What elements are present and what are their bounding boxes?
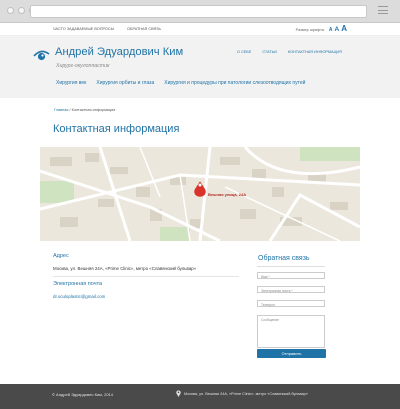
font-size-small-button[interactable]: A (329, 27, 333, 33)
divider (257, 266, 325, 267)
email-title: Электронная почта (53, 281, 103, 287)
close-dot-icon[interactable] (7, 7, 14, 14)
phone-field[interactable]: Телефон (257, 300, 325, 307)
secondary-nav: О СЕБЕ СТАТЬИ КОНТАКТНАЯ ИНФОРМАЦИЯ (237, 50, 342, 54)
email-field[interactable]: Электронная почта * (257, 286, 325, 293)
faq-link[interactable]: ЧАСТО ЗАДАВАЕМЫЕ ВОПРОСЫ (53, 27, 114, 31)
minimize-dot-icon[interactable] (18, 7, 25, 14)
hamburger-menu-icon[interactable] (378, 6, 388, 15)
submit-button[interactable]: Отправить (257, 349, 326, 358)
breadcrumb-current: Контактная информация (71, 108, 116, 112)
address-bar[interactable] (30, 5, 367, 18)
map-marker-label: Вешняя улица, 24А (208, 192, 247, 197)
feedback-form-title: Обратная связь (258, 255, 310, 262)
divider (53, 276, 239, 277)
font-size-medium-button[interactable]: A (335, 26, 340, 33)
page-title: Контактная информация (53, 123, 180, 135)
message-field[interactable]: Сообщение (257, 315, 325, 348)
browser-chrome (0, 0, 400, 23)
name-field[interactable]: Имя * (257, 272, 325, 279)
web-page: ЧАСТО ЗАДАВАЕМЫЕ ВОПРОСЫ ОБРАТНАЯ СВЯЗЬ … (0, 23, 400, 409)
map-canvas (40, 147, 360, 241)
feedback-link[interactable]: ОБРАТНАЯ СВЯЗЬ (127, 27, 161, 31)
top-bar: ЧАСТО ЗАДАВАЕМЫЕ ВОПРОСЫ ОБРАТНАЯ СВЯЗЬ … (0, 23, 400, 36)
site-footer: © Андрей Эдуардович Ким, 2014 Москва, ул… (0, 384, 400, 409)
nav-about[interactable]: О СЕБЕ (237, 50, 251, 54)
footer-address: Москва, ул. Вешняя 24А, «Prime Clinic», … (184, 392, 308, 396)
main-nav: Хирургия век Хирургия орбиты и глаза Хир… (56, 80, 305, 86)
location-map[interactable]: Вешняя улица, 24А (40, 147, 360, 241)
browser-window: ЧАСТО ЗАДАВАЕМЫЕ ВОПРОСЫ ОБРАТНАЯ СВЯЗЬ … (0, 0, 400, 409)
nav-articles[interactable]: СТАТЬИ (262, 50, 277, 54)
nav-orbit-surgery[interactable]: Хирургия орбиты и глаза (96, 80, 154, 86)
eye-logo-icon[interactable] (33, 49, 50, 62)
breadcrumb-home[interactable]: Главная (54, 108, 68, 112)
font-size-label: Размер шрифта (295, 28, 324, 32)
font-size-switcher: Размер шрифта A A A (296, 24, 347, 33)
nav-lacrimal-surgery[interactable]: Хирургия и процедуры при патологии слезо… (164, 80, 305, 86)
site-header: Андрей Эдуардович Ким Хирург-окулопласти… (0, 36, 400, 98)
breadcrumb-separator: / (69, 108, 71, 112)
site-title[interactable]: Андрей Эдуардович Ким (55, 46, 183, 58)
nav-eyelid-surgery[interactable]: Хирургия век (56, 80, 86, 86)
email-link[interactable]: dr.oculoplastic@gmail.com (53, 294, 105, 299)
address-title: Адрес (53, 253, 69, 259)
nav-contacts[interactable]: КОНТАКТНАЯ ИНФОРМАЦИЯ (288, 50, 342, 54)
breadcrumb: Главная / Контактная информация (54, 108, 115, 112)
address-text: Москва, ул. Вешняя 24А, «Prime Clinic», … (53, 266, 197, 271)
site-subtitle: Хирург-окулопластик (56, 63, 110, 69)
location-pin-icon (176, 390, 181, 397)
font-size-large-button[interactable]: A (341, 24, 347, 33)
footer-copyright: © Андрей Эдуардович Ким, 2014 (52, 392, 114, 397)
